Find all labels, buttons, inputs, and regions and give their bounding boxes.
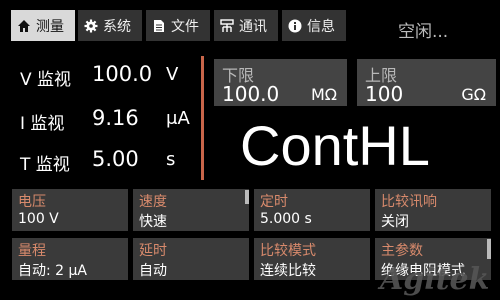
tab-file[interactable]: 文件 (146, 10, 210, 41)
meas-label: T 监视 (20, 155, 70, 175)
home-icon (17, 19, 31, 33)
param-label: 主参数 (381, 243, 423, 259)
info-icon (288, 19, 302, 33)
param-range[interactable]: 量程 自动: 2 μA (12, 238, 128, 280)
meas-label: V 监视 (20, 70, 72, 90)
lower-limit-field[interactable]: 下限 100.0 MΩ (214, 59, 347, 106)
meas-value: 9.16 (92, 106, 139, 130)
param-label: 电压 (18, 194, 46, 210)
time-monitor: T 监视 5.00 s (0, 141, 196, 181)
tab-label: 系统 (103, 18, 131, 35)
param-value: 自动 (139, 263, 167, 279)
param-label: 定时 (260, 194, 288, 210)
param-label: 速度 (139, 194, 167, 210)
param-value: 100 V (18, 211, 59, 227)
param-delay[interactable]: 延时 自动 (133, 238, 249, 280)
tab-label: 信息 (307, 18, 335, 35)
tab-system[interactable]: 系统 (78, 10, 142, 41)
meas-unit: V (166, 64, 179, 85)
param-value: 5.000 s (260, 211, 312, 227)
tab-label: 通讯 (239, 18, 267, 35)
param-label: 延时 (139, 243, 167, 259)
scrollbar[interactable] (245, 190, 249, 204)
param-label: 比较模式 (260, 243, 316, 259)
tab-measure[interactable]: 测量 (11, 10, 75, 41)
tab-label: 文件 (171, 18, 199, 35)
limit-unit: GΩ (461, 85, 486, 104)
meas-value: 100.0 (92, 62, 153, 86)
param-label: 比较讯响 (381, 194, 437, 210)
voltage-monitor: V 监视 100.0 V (0, 56, 196, 96)
comparison-result: ContHL (240, 114, 430, 177)
tab-comm[interactable]: 通讯 (214, 10, 278, 41)
param-value: 快速 (139, 214, 167, 230)
tab-label: 测量 (36, 18, 64, 35)
meas-label: I 监视 (20, 114, 65, 134)
param-value: 关闭 (381, 214, 409, 230)
limit-value: 100 (365, 82, 404, 106)
param-voltage[interactable]: 电压 100 V (12, 189, 128, 231)
meas-value: 5.00 (92, 147, 139, 171)
divider (201, 56, 204, 180)
scrollbar[interactable] (487, 239, 491, 259)
upper-limit-field[interactable]: 上限 100 GΩ (357, 59, 496, 106)
current-monitor: I 监视 9.16 μA (0, 100, 196, 140)
limit-unit: MΩ (310, 85, 337, 104)
meas-unit: μA (166, 108, 190, 129)
param-compare-mode[interactable]: 比较模式 连续比较 (254, 238, 370, 280)
tab-bar: 测量 系统 文件 通讯 信息 空闲... (0, 0, 500, 44)
tab-info[interactable]: 信息 (282, 10, 346, 41)
gear-icon (84, 19, 98, 33)
limit-value: 100.0 (222, 82, 280, 106)
meas-unit: s (166, 149, 176, 170)
param-value: 连续比较 (260, 263, 316, 279)
network-icon (220, 18, 234, 33)
watermark-logo: Agitek (380, 262, 490, 297)
param-speed[interactable]: 速度 快速 (133, 189, 249, 231)
param-value: 自动: 2 μA (18, 263, 88, 279)
status-text: 空闲... (398, 22, 449, 42)
param-beep[interactable]: 比较讯响 关闭 (375, 189, 491, 231)
param-timer[interactable]: 定时 5.000 s (254, 189, 370, 231)
param-label: 量程 (18, 243, 46, 259)
document-icon (152, 19, 166, 33)
